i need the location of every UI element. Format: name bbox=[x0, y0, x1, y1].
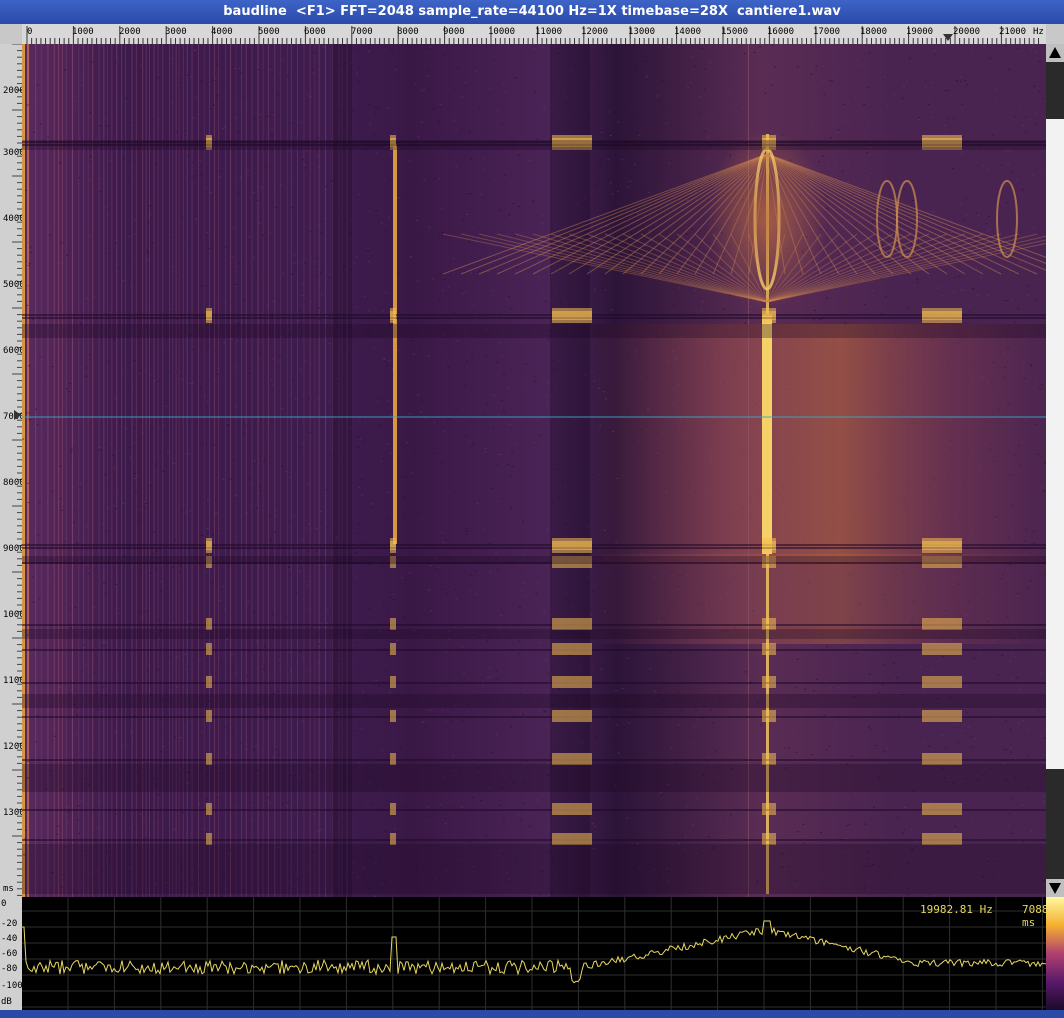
freq-label: 1000 bbox=[72, 27, 94, 37]
freq-label: 17000 bbox=[813, 27, 841, 37]
time-label: 12000 bbox=[3, 742, 31, 752]
spectrum-plot[interactable]: 19982.81 Hz 7088 ms bbox=[22, 897, 1049, 1010]
freq-label: 2000 bbox=[119, 27, 141, 37]
time-label: 7000 bbox=[3, 412, 25, 422]
db-label: -60 bbox=[1, 949, 18, 959]
triangle-right-icon[interactable] bbox=[14, 410, 22, 420]
freq-label: 18000 bbox=[860, 27, 888, 37]
freq-label: 9000 bbox=[443, 27, 465, 37]
time-label: 11000 bbox=[3, 676, 31, 686]
db-label: -40 bbox=[1, 934, 18, 944]
ruler-corner-right bbox=[1046, 24, 1064, 44]
freq-label: 21000 bbox=[999, 27, 1027, 37]
freq-label: 7000 bbox=[351, 27, 373, 37]
time-label: 2000 bbox=[3, 86, 25, 96]
scroll-up-button[interactable] bbox=[1046, 44, 1064, 62]
time-label: 8000 bbox=[3, 478, 25, 488]
window-title: baudline <F1> FFT=2048 sample_rate=44100… bbox=[223, 4, 841, 19]
freq-unit-label: Hz bbox=[1033, 27, 1044, 37]
time-label: 9000 bbox=[3, 544, 25, 554]
time-label: 4000 bbox=[3, 214, 25, 224]
db-label: -80 bbox=[1, 964, 18, 974]
time-ruler[interactable]: 2000 3000 4000 5000 6000 7000 8000 9000 … bbox=[0, 44, 31, 897]
spectrogram-display[interactable] bbox=[22, 44, 1046, 897]
freq-label: 14000 bbox=[674, 27, 702, 37]
freq-label: 5000 bbox=[258, 27, 280, 37]
db-label: -100 bbox=[1, 981, 23, 991]
freq-label: 15000 bbox=[721, 27, 749, 37]
freq-label: 12000 bbox=[581, 27, 609, 37]
time-label: 10000 bbox=[3, 610, 31, 620]
time-label: 6000 bbox=[3, 346, 25, 356]
freq-label: 11000 bbox=[535, 27, 563, 37]
db-unit-label: dB bbox=[1, 997, 12, 1007]
frequency-ruler[interactable]: 0 1000 2000 3000 4000 5000 6000 7000 800… bbox=[22, 24, 1046, 45]
window-bottom-border bbox=[0, 1010, 1064, 1018]
freq-label: 8000 bbox=[397, 27, 419, 37]
time-label: 13000 bbox=[3, 808, 31, 818]
scroll-down-button[interactable] bbox=[1046, 879, 1064, 897]
time-readout: 7088 ms bbox=[1022, 903, 1049, 929]
title-bar: baudline <F1> FFT=2048 sample_rate=44100… bbox=[0, 0, 1064, 24]
freq-label: 20000 bbox=[953, 27, 981, 37]
freq-label: 4000 bbox=[211, 27, 233, 37]
vertical-scrollbar[interactable] bbox=[1046, 44, 1064, 897]
freq-label: 10000 bbox=[488, 27, 516, 37]
color-scale-bar bbox=[1046, 897, 1064, 1010]
db-ruler: 0 -20 -40 -60 -80 -100 dB bbox=[0, 897, 23, 1010]
freq-label: 0 bbox=[27, 27, 33, 37]
time-unit-label: ms bbox=[3, 884, 14, 894]
freq-label: 13000 bbox=[628, 27, 656, 37]
ruler-corner bbox=[0, 24, 22, 44]
freq-label: 16000 bbox=[767, 27, 795, 37]
time-label: 3000 bbox=[3, 148, 25, 158]
spectrum-trace bbox=[22, 897, 1046, 1010]
time-label: 5000 bbox=[3, 280, 25, 290]
triangle-up-icon bbox=[1049, 47, 1061, 58]
db-label: 0 bbox=[1, 899, 7, 909]
triangle-down-icon[interactable] bbox=[943, 34, 953, 42]
freq-label: 19000 bbox=[906, 27, 934, 37]
spectrogram-image bbox=[22, 44, 1046, 897]
frequency-readout: 19982.81 Hz bbox=[920, 903, 993, 916]
triangle-down-icon bbox=[1049, 883, 1061, 894]
spectrum-panel: 0 -20 -40 -60 -80 -100 dB 19982.81 Hz 70… bbox=[0, 897, 1064, 1010]
freq-label: 6000 bbox=[304, 27, 326, 37]
time-ticks bbox=[12, 44, 22, 896]
freq-label: 3000 bbox=[165, 27, 187, 37]
db-label: -20 bbox=[1, 919, 18, 929]
scroll-thumb[interactable] bbox=[1046, 119, 1064, 769]
